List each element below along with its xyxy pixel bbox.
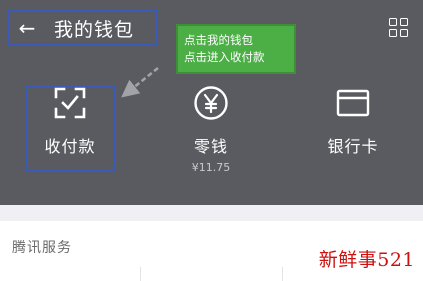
- annotation-callout: 点击我的钱包 点击进入收付款: [176, 24, 296, 74]
- grid-divider: [140, 267, 141, 281]
- arrow-left-icon[interactable]: ←: [12, 18, 42, 38]
- change-label: 零钱: [193, 137, 228, 156]
- bank-card-label: 银行卡: [327, 137, 379, 156]
- title-bar: ← 我的钱包: [8, 10, 158, 46]
- scan-check-icon: [51, 84, 89, 122]
- change-button[interactable]: 零钱 ¥11.75: [166, 84, 256, 184]
- collect-pay-button[interactable]: 收付款: [25, 84, 115, 184]
- page-title: 我的钱包: [54, 18, 135, 41]
- grid-menu-icon[interactable]: [389, 18, 409, 38]
- yen-coin-icon: [192, 84, 230, 122]
- grid-divider: [282, 267, 283, 281]
- services-title: 腾讯服务: [12, 240, 72, 256]
- card-icon: [334, 84, 372, 122]
- collect-pay-label: 收付款: [44, 137, 96, 156]
- annotation-line-2: 点击进入收付款: [184, 50, 265, 64]
- wallet-screen: ← 我的钱包 点击我的钱包 点击进入收付款 收付款 零钱 ¥11.75 银行卡 …: [0, 0, 423, 281]
- change-balance: ¥11.75: [191, 161, 231, 174]
- watermark-text: 新鲜事521: [318, 249, 415, 271]
- annotation-line-1: 点击我的钱包: [184, 33, 253, 47]
- bank-card-button[interactable]: 银行卡: [308, 84, 398, 184]
